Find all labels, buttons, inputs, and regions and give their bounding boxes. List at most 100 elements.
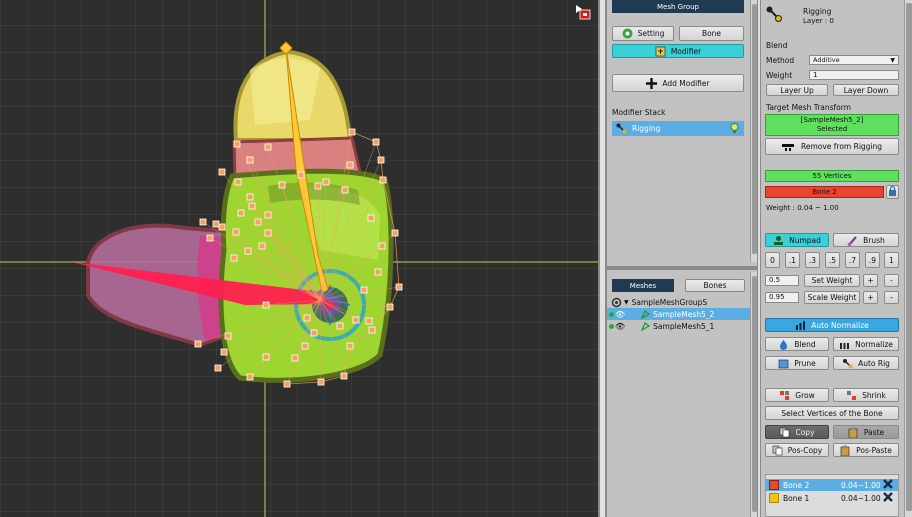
mesh-vertex[interactable] — [194, 340, 202, 348]
tab-bones[interactable]: Bones — [685, 279, 745, 292]
mesh-vertex[interactable] — [297, 171, 305, 179]
scale-weight-input[interactable]: 0.95 — [765, 292, 799, 303]
mesh-vertex[interactable] — [378, 242, 386, 250]
mesh-vertex[interactable] — [246, 156, 254, 164]
method-dropdown[interactable]: Additive ▼ — [809, 55, 899, 65]
mesh-vertex[interactable] — [212, 220, 220, 228]
mesh-vertex[interactable] — [322, 178, 330, 186]
pos-copy-button[interactable]: Pos-Copy — [765, 443, 829, 457]
mesh-vertex[interactable] — [214, 364, 222, 372]
weight-plus-button[interactable]: + — [863, 274, 878, 287]
mesh-vertex[interactable] — [283, 380, 291, 388]
auto-normalize-toggle[interactable]: Auto Normalize — [765, 318, 899, 332]
remove-x-icon[interactable] — [883, 479, 893, 491]
blend-button[interactable]: Blend — [765, 337, 829, 351]
mesh-vertex[interactable] — [386, 303, 394, 311]
hierarchy-item-samplemesh5-2[interactable]: 👁 SampleMesh5_2 — [607, 308, 750, 320]
mesh-vertex[interactable] — [346, 342, 354, 350]
mesh-vertex[interactable] — [234, 178, 242, 186]
numpad-key-0-3[interactable]: .3 — [805, 252, 820, 268]
viewport-splitter[interactable] — [598, 0, 607, 517]
mesh-vertex[interactable] — [372, 138, 380, 146]
mesh-vertex[interactable] — [336, 322, 344, 330]
numpad-key-1[interactable]: 1 — [884, 252, 899, 268]
set-weight-button[interactable]: Set Weight — [804, 274, 860, 287]
grow-button[interactable]: Grow — [765, 388, 829, 402]
mesh-vertex[interactable] — [317, 378, 325, 386]
numpad-key-0-9[interactable]: .9 — [865, 252, 880, 268]
layer-down-button[interactable]: Layer Down — [833, 84, 899, 96]
mesh-vertex[interactable] — [264, 211, 272, 219]
mesh-vertex[interactable] — [262, 353, 270, 361]
scale-plus-button[interactable]: + — [863, 291, 878, 304]
scale-weight-button[interactable]: Scale Weight — [804, 291, 860, 304]
set-weight-input[interactable]: 0.5 — [765, 275, 799, 286]
mesh-vertex[interactable] — [248, 202, 256, 210]
mesh-vertex[interactable] — [291, 354, 299, 362]
mesh-vertex[interactable] — [352, 316, 360, 324]
shrink-button[interactable]: Shrink — [833, 388, 899, 402]
select-vertices-of-bone-button[interactable]: Select Vertices of the Bone — [765, 406, 899, 420]
add-modifier-button[interactable]: Add Modifier — [612, 74, 744, 92]
mesh-vertex[interactable] — [310, 329, 318, 337]
mesh-vertex[interactable] — [391, 229, 399, 237]
mesh-vertex[interactable] — [340, 372, 348, 380]
modifier-tab[interactable]: Modifier — [612, 44, 744, 58]
pos-paste-button[interactable]: Pos-Paste — [833, 443, 899, 457]
weight-input[interactable]: 1 — [809, 70, 899, 80]
brush-button[interactable]: Brush — [833, 233, 899, 247]
mesh-vertex[interactable] — [395, 283, 403, 291]
copy-button[interactable]: Copy — [765, 425, 829, 439]
numpad-key-0-5[interactable]: .5 — [825, 252, 840, 268]
mesh-vertex[interactable] — [346, 161, 354, 169]
mesh-vertex[interactable] — [367, 214, 375, 222]
mesh-vertex[interactable] — [278, 181, 286, 189]
numpad-key-0[interactable]: 0 — [765, 252, 780, 268]
numpad-key-0-1[interactable]: .1 — [785, 252, 800, 268]
eye-icon[interactable]: 👁 — [615, 310, 625, 319]
mesh-vertex[interactable] — [348, 128, 356, 136]
mesh-vertex[interactable] — [199, 218, 207, 226]
scale-minus-button[interactable]: - — [884, 291, 899, 304]
mesh-vertex[interactable] — [379, 176, 387, 184]
mesh-vertex[interactable] — [254, 218, 262, 226]
mesh-vertex[interactable] — [301, 342, 309, 350]
lightbulb-icon[interactable] — [730, 123, 739, 134]
paste-button[interactable]: Paste — [833, 425, 899, 439]
bone-weight-row[interactable]: Bone 1 0.04~1.00 — [766, 492, 898, 504]
auto-rig-button[interactable]: Auto Rig — [833, 356, 899, 370]
mesh-vertex[interactable] — [264, 229, 272, 237]
mesh-vertex[interactable] — [246, 373, 254, 381]
mesh-vertex[interactable] — [246, 193, 254, 201]
mesh-vertex[interactable] — [314, 182, 322, 190]
tab-meshes[interactable]: Meshes — [612, 279, 674, 292]
mesh-vertex[interactable] — [220, 348, 228, 356]
bone-weight-row[interactable]: Bone 2 0.04~1.00 — [766, 479, 898, 491]
numpad-key-0-7[interactable]: .7 — [845, 252, 860, 268]
mesh-vertex[interactable] — [303, 314, 311, 322]
mesh-vertex[interactable] — [244, 247, 252, 255]
mesh-vertex[interactable] — [264, 143, 272, 151]
bone-lock-button[interactable] — [886, 185, 899, 199]
mesh-vertex[interactable] — [232, 228, 240, 236]
mesh-vertex[interactable] — [230, 254, 238, 262]
normalize-button[interactable]: Normalize — [833, 337, 899, 351]
panel-splitter[interactable] — [607, 266, 757, 270]
mesh-vertex[interactable] — [224, 332, 232, 340]
inspector-scrollbar[interactable] — [904, 0, 912, 517]
modifier-item-rigging[interactable]: Rigging — [612, 121, 744, 136]
remove-x-icon[interactable] — [883, 492, 893, 504]
mesh-vertex[interactable] — [374, 268, 382, 276]
mesh-vertex[interactable] — [233, 140, 241, 148]
mesh-vertex[interactable] — [262, 301, 270, 309]
mesh-vertex[interactable] — [377, 156, 385, 164]
weight-minus-button[interactable]: - — [884, 274, 899, 287]
hierarchy-root[interactable]: ▼ SampleMeshGroupS — [611, 296, 751, 308]
mesh-vertex[interactable] — [206, 234, 214, 242]
hierarchy-item-samplemesh5-1[interactable]: 👁 SampleMesh5_1 — [607, 320, 750, 332]
canvas-viewport[interactable] — [0, 0, 598, 517]
mesh-vertex[interactable] — [258, 242, 266, 250]
mesh-vertex[interactable] — [218, 168, 226, 176]
layer-up-button[interactable]: Layer Up — [766, 84, 828, 96]
expand-arrow-icon[interactable]: ▼ — [624, 299, 629, 306]
